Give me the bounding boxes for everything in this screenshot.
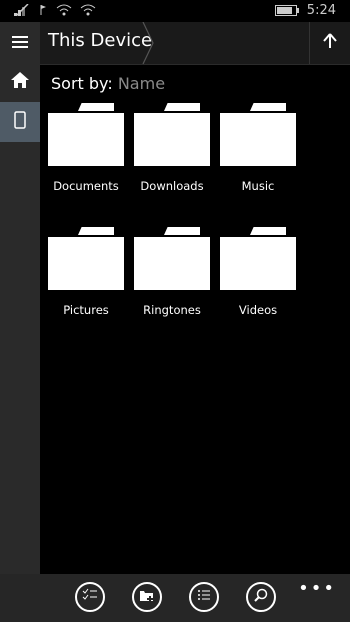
up-button[interactable] — [309, 22, 350, 64]
breadcrumb-chevron-icon — [142, 21, 154, 65]
list-view-icon — [197, 589, 211, 605]
folder-label: Videos — [238, 303, 278, 317]
signal-icon — [14, 3, 32, 20]
folder-icon — [164, 103, 200, 111]
folder-grid: Documents Downloads Music Pictures Ringt… — [48, 103, 348, 343]
header: This Device — [40, 21, 350, 65]
folder-body — [220, 113, 296, 166]
up-arrow-icon — [323, 32, 337, 54]
select-button[interactable] — [75, 582, 105, 612]
home-button[interactable] — [0, 62, 40, 102]
wifi-icon-2 — [80, 4, 96, 20]
folder-body — [220, 237, 296, 290]
phone-icon — [14, 110, 26, 134]
sort-by[interactable]: Sort by: Name — [51, 74, 165, 93]
status-time: 5:24 — [306, 3, 336, 18]
folder-body — [48, 113, 124, 166]
folder-pictures[interactable]: Pictures — [48, 227, 126, 327]
new-folder-button[interactable] — [132, 582, 162, 612]
status-icons-right: 5:24 — [274, 3, 336, 18]
app-bar: ••• — [0, 574, 350, 622]
folder-downloads[interactable]: Downloads — [134, 103, 212, 203]
folder-icon — [250, 227, 286, 235]
flag-icon — [40, 4, 48, 20]
sort-value[interactable]: Name — [118, 74, 165, 93]
folder-documents[interactable]: Documents — [48, 103, 126, 203]
battery-icon — [274, 5, 299, 16]
hamburger-menu-button[interactable] — [0, 22, 40, 62]
folder-label: Downloads — [140, 179, 204, 193]
folder-ringtones[interactable]: Ringtones — [134, 227, 212, 327]
select-list-icon — [82, 588, 98, 606]
folder-icon — [78, 103, 114, 111]
search-icon — [254, 588, 268, 606]
breadcrumb[interactable]: This Device — [48, 30, 152, 51]
folder-body — [134, 113, 210, 166]
hamburger-menu-icon — [12, 30, 28, 54]
folder-label: Music — [241, 179, 275, 193]
folder-icon — [164, 227, 200, 235]
more-options-button[interactable]: ••• — [298, 578, 336, 599]
status-icons-left — [14, 3, 96, 20]
sort-label: Sort by: — [51, 74, 113, 93]
folder-videos[interactable]: Videos — [220, 227, 298, 327]
folder-label: Ringtones — [143, 303, 201, 317]
folder-body — [134, 237, 210, 290]
phone-button[interactable] — [0, 102, 40, 142]
folder-icon — [78, 227, 114, 235]
search-button[interactable] — [246, 582, 276, 612]
wifi-icon — [56, 4, 72, 20]
folder-body — [48, 237, 124, 290]
home-icon — [10, 70, 30, 94]
folder-label: Documents — [53, 179, 119, 193]
folder-music[interactable]: Music — [220, 103, 298, 203]
new-folder-icon — [139, 588, 155, 606]
status-bar: 5:24 — [0, 0, 350, 22]
folder-label: Pictures — [63, 303, 109, 317]
sidebar — [0, 22, 40, 622]
folder-icon — [250, 103, 286, 111]
list-view-button[interactable] — [189, 582, 219, 612]
